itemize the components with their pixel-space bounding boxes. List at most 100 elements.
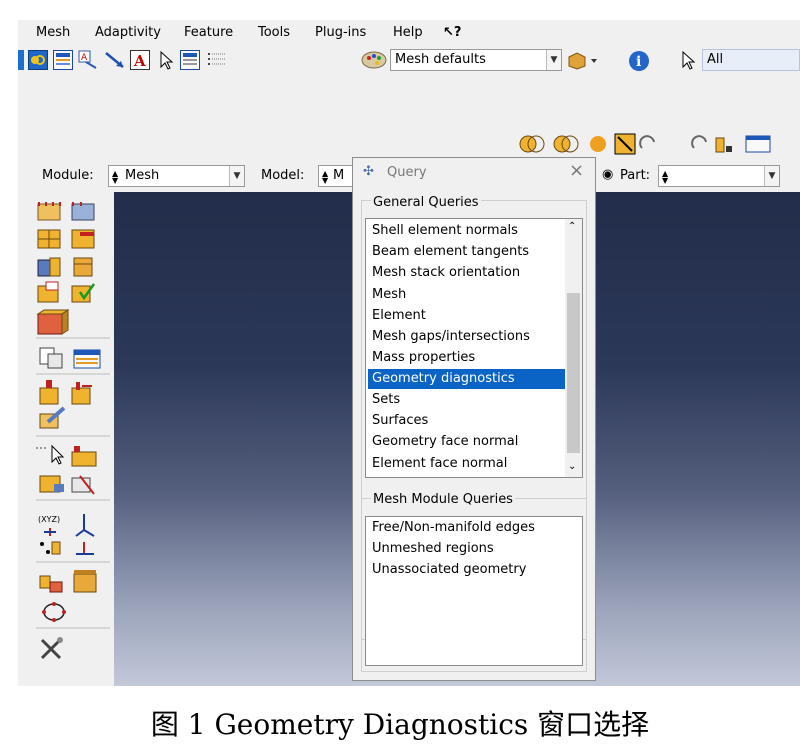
stitch-icon (42, 602, 66, 622)
partition-cell-icon (36, 309, 70, 335)
list-item[interactable]: Unmeshed regions (372, 539, 494, 559)
mesh-defaults-value: Mesh defaults (395, 52, 486, 67)
coordinate-xyz-icon (44, 528, 56, 536)
spinner-icon: ▲ ▼ (322, 169, 329, 185)
assign-element-icon (37, 281, 59, 303)
cursor-icon[interactable] (156, 50, 176, 70)
list-item[interactable]: Unassociated geometry (372, 560, 526, 580)
info-icon[interactable]: i (628, 50, 649, 71)
list-item[interactable]: Geometry face normal (372, 432, 518, 452)
create-virtual-topology-icon (39, 380, 59, 405)
model-label: Model: (261, 168, 305, 183)
part-select[interactable]: ▲ ▼ ▼ (658, 165, 780, 187)
view-options-icons[interactable] (690, 132, 780, 156)
general-queries-list[interactable]: Shell element normals Beam element tange… (365, 218, 583, 478)
chevron-down-icon: ▼ (546, 50, 561, 70)
tools-icon (40, 637, 63, 660)
csys-axes-icon (75, 514, 95, 537)
part-label: Part: (620, 168, 651, 183)
list-item[interactable]: Element face normal (372, 454, 507, 474)
menu-feature[interactable]: Feature (184, 25, 233, 40)
mesh-toolbox: (XYZ) (18, 192, 114, 686)
svg-text:i: i (636, 54, 641, 70)
verify-mesh-icon (71, 283, 96, 303)
measure-icon (73, 570, 97, 593)
edit-node-icon (71, 446, 97, 467)
chevron-down-icon: ▼ (764, 166, 779, 186)
main-toolbar: A A Mesh defaults ▼ i All (18, 46, 800, 74)
selection-filter-select[interactable]: All (702, 49, 800, 71)
close-icon[interactable]: × (569, 160, 584, 181)
mesh-queries-list[interactable]: Free/Non-manifold edges Unmeshed regions… (365, 516, 583, 666)
mesh-queries-header: Mesh Module Queries (371, 492, 515, 507)
list-item[interactable]: Beam element tangents (372, 242, 529, 262)
menu-help[interactable]: Help (393, 25, 423, 40)
chevron-down-icon[interactable]: ⌄ (568, 461, 576, 472)
list-item[interactable]: Mesh stack orientation (372, 263, 520, 283)
spinner-icon: ▲ ▼ (662, 169, 669, 185)
figure-caption: 图 1 Geometry Diagnostics 窗口选择 (150, 708, 650, 741)
seed-part-icon (37, 202, 61, 221)
xyz-icon: (XYZ) (38, 515, 60, 524)
radio-selected-icon[interactable]: ◉ (602, 167, 613, 182)
module-value: Mesh (125, 168, 160, 183)
mesh-controls-icon (73, 257, 93, 277)
list-item[interactable]: Mesh (372, 285, 406, 305)
list-item[interactable]: Element (372, 306, 426, 326)
menu-adaptivity[interactable]: Adaptivity (95, 25, 161, 40)
text-a-icon[interactable]: A (130, 50, 150, 70)
table-icon[interactable] (53, 50, 73, 70)
element-type-icon (37, 257, 61, 277)
menu-tools[interactable]: Tools (258, 25, 290, 40)
list-item[interactable]: Surfaces (372, 411, 428, 431)
chevron-up-icon[interactable]: ⌃ (568, 221, 576, 232)
annotation-icon[interactable]: A (78, 50, 98, 70)
chevron-down-icon: ▼ (229, 166, 244, 186)
dotted-list-icon[interactable] (206, 50, 226, 70)
list-item[interactable]: Shell element normals (372, 221, 518, 241)
render-style-icon[interactable] (566, 50, 602, 70)
copy-icon (39, 347, 63, 369)
node-select-icon (36, 444, 65, 465)
toolbar-edge-icon (18, 50, 24, 70)
menu-plugins[interactable]: Plug-ins (315, 25, 366, 40)
module-label: Module: (42, 168, 94, 183)
list-table-icon[interactable] (180, 50, 200, 70)
general-queries-header: General Queries (371, 195, 481, 210)
list-item[interactable]: Mesh gaps/intersections (372, 327, 530, 347)
mesh-defaults-select[interactable]: Mesh defaults ▼ (390, 49, 562, 71)
query-dialog: ✣ Query × General Queries Shell element … (352, 157, 596, 681)
seed-edges-icon (71, 202, 95, 221)
query-probe-icon (39, 575, 63, 593)
color-palette-icon[interactable] (360, 50, 388, 70)
list-item-selected[interactable]: Geometry diagnostics (368, 369, 565, 389)
svg-text:A: A (133, 52, 146, 69)
module-select[interactable]: Mesh ▲ ▼ ▼ (108, 165, 245, 187)
list-item[interactable]: Sets (372, 390, 400, 410)
selection-filter-value: All (707, 52, 724, 67)
edit-mesh-pencil-icon (39, 406, 66, 429)
menu-mesh[interactable]: Mesh (36, 25, 70, 40)
select-cursor-icon[interactable] (678, 50, 698, 70)
list-item[interactable]: Mass properties (372, 348, 475, 368)
cut-mesh-icon (71, 475, 95, 495)
datum-csys-icon (76, 542, 94, 555)
model-value: M (333, 168, 345, 183)
query-dialog-icon: ✣ (363, 164, 374, 179)
manager-table-icon (73, 349, 101, 369)
list-item[interactable]: Free/Non-manifold edges (372, 518, 535, 538)
refine-region-icon (39, 475, 64, 493)
view-toolbar (18, 74, 800, 162)
mesh-part-icon (37, 229, 61, 249)
query-dialog-title: Query (387, 165, 427, 180)
mesh-region-icon (71, 229, 95, 249)
view-manipulation-icons[interactable] (514, 132, 664, 156)
whats-this-icon[interactable]: ↖? (443, 25, 461, 40)
views-icon[interactable] (28, 50, 48, 70)
arrow-line-icon[interactable] (104, 50, 124, 70)
repair-icon (71, 382, 92, 405)
datum-point-icon (40, 541, 61, 555)
scrollbar-thumb[interactable] (567, 293, 580, 453)
spinner-icon: ▲ ▼ (112, 169, 119, 185)
list-scrollbar[interactable]: ⌃ ⌄ (565, 219, 582, 477)
